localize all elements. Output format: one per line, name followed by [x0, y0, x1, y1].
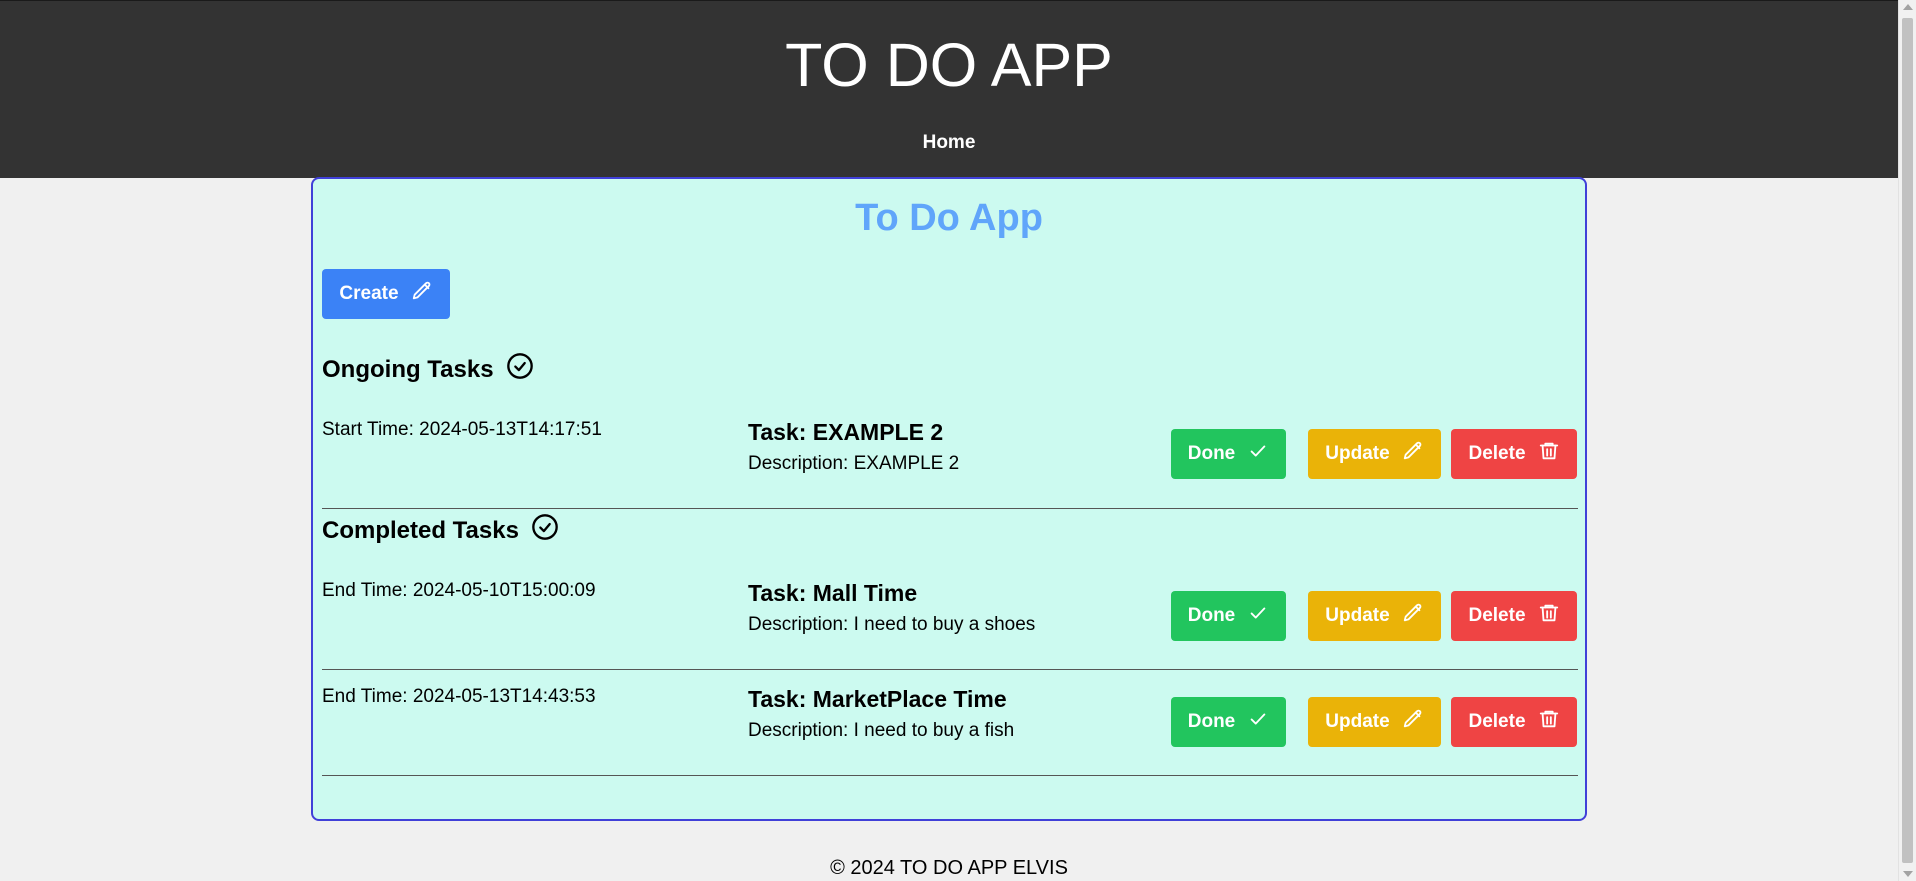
- footer: © 2024 TO DO APP ELVIS: [0, 857, 1898, 880]
- app-header: TO DO APP Home: [0, 0, 1898, 178]
- trash-icon: [1538, 708, 1560, 736]
- check-circle-icon: [506, 352, 534, 388]
- ongoing-tasks-heading: Ongoing Tasks: [322, 352, 534, 388]
- task-row: End Time: 2024-05-10T15:00:09 Task: Mall…: [322, 580, 1578, 670]
- update-button[interactable]: Update: [1308, 697, 1441, 747]
- check-icon: [1247, 440, 1269, 468]
- update-button-label: Update: [1325, 605, 1390, 626]
- delete-button[interactable]: Delete: [1451, 429, 1577, 479]
- check-circle-icon: [531, 513, 559, 549]
- done-button[interactable]: Done: [1171, 697, 1286, 747]
- delete-button-label: Delete: [1468, 711, 1526, 732]
- update-button[interactable]: Update: [1308, 591, 1441, 641]
- pencil-icon: [411, 280, 433, 308]
- pencil-icon: [1402, 440, 1424, 468]
- check-icon: [1247, 602, 1269, 630]
- update-button[interactable]: Update: [1308, 429, 1441, 479]
- trash-icon: [1538, 602, 1560, 630]
- scrollbar-thumb[interactable]: [1902, 18, 1913, 863]
- task-description: Description: I need to buy a fish: [748, 720, 1015, 741]
- done-button-label: Done: [1187, 443, 1236, 464]
- scroll-up-icon[interactable]: [1903, 4, 1913, 10]
- page: TO DO APP Home To Do App Create Ongoing …: [0, 0, 1898, 881]
- delete-button[interactable]: Delete: [1451, 591, 1577, 641]
- delete-button-label: Delete: [1468, 443, 1526, 464]
- task-end-time: End Time: 2024-05-10T15:00:09: [322, 580, 596, 601]
- task-start-time: Start Time: 2024-05-13T14:17:51: [322, 419, 602, 440]
- task-row: End Time: 2024-05-13T14:43:53 Task: Mark…: [322, 686, 1578, 776]
- task-name: Task: Mall Time: [748, 580, 918, 606]
- done-button-label: Done: [1187, 605, 1236, 626]
- completed-tasks-heading: Completed Tasks: [322, 513, 559, 549]
- task-end-time: End Time: 2024-05-13T14:43:53: [322, 686, 596, 707]
- completed-tasks-heading-label: Completed Tasks: [322, 517, 519, 544]
- main-nav: Home: [0, 132, 1898, 154]
- delete-button-label: Delete: [1468, 605, 1526, 626]
- nav-home-link[interactable]: Home: [923, 132, 976, 153]
- task-row: Start Time: 2024-05-13T14:17:51 Task: EX…: [322, 419, 1578, 509]
- task-description: Description: EXAMPLE 2: [748, 453, 960, 474]
- ongoing-tasks-heading-label: Ongoing Tasks: [322, 356, 494, 383]
- trash-icon: [1538, 440, 1560, 468]
- update-button-label: Update: [1325, 711, 1390, 732]
- pencil-icon: [1402, 708, 1424, 736]
- done-button[interactable]: Done: [1171, 591, 1286, 641]
- task-name: Task: MarketPlace Time: [748, 686, 1007, 712]
- update-button-label: Update: [1325, 443, 1390, 464]
- task-description: Description: I need to buy a shoes: [748, 614, 1036, 635]
- create-button[interactable]: Create: [322, 269, 450, 319]
- done-button-label: Done: [1187, 711, 1236, 732]
- page-title: To Do App: [855, 197, 1043, 239]
- pencil-icon: [1402, 602, 1424, 630]
- footer-copyright: © 2024 TO DO APP ELVIS: [830, 857, 1068, 879]
- check-icon: [1247, 708, 1269, 736]
- task-name: Task: EXAMPLE 2: [748, 419, 944, 445]
- app-title: TO DO APP: [785, 31, 1113, 99]
- vertical-scrollbar[interactable]: [1898, 0, 1916, 881]
- delete-button[interactable]: Delete: [1451, 697, 1577, 747]
- scroll-down-icon[interactable]: [1903, 871, 1913, 877]
- todo-card: To Do App Create Ongoing Tasks Start Tim…: [311, 177, 1587, 821]
- done-button[interactable]: Done: [1171, 429, 1286, 479]
- create-button-label: Create: [339, 283, 399, 304]
